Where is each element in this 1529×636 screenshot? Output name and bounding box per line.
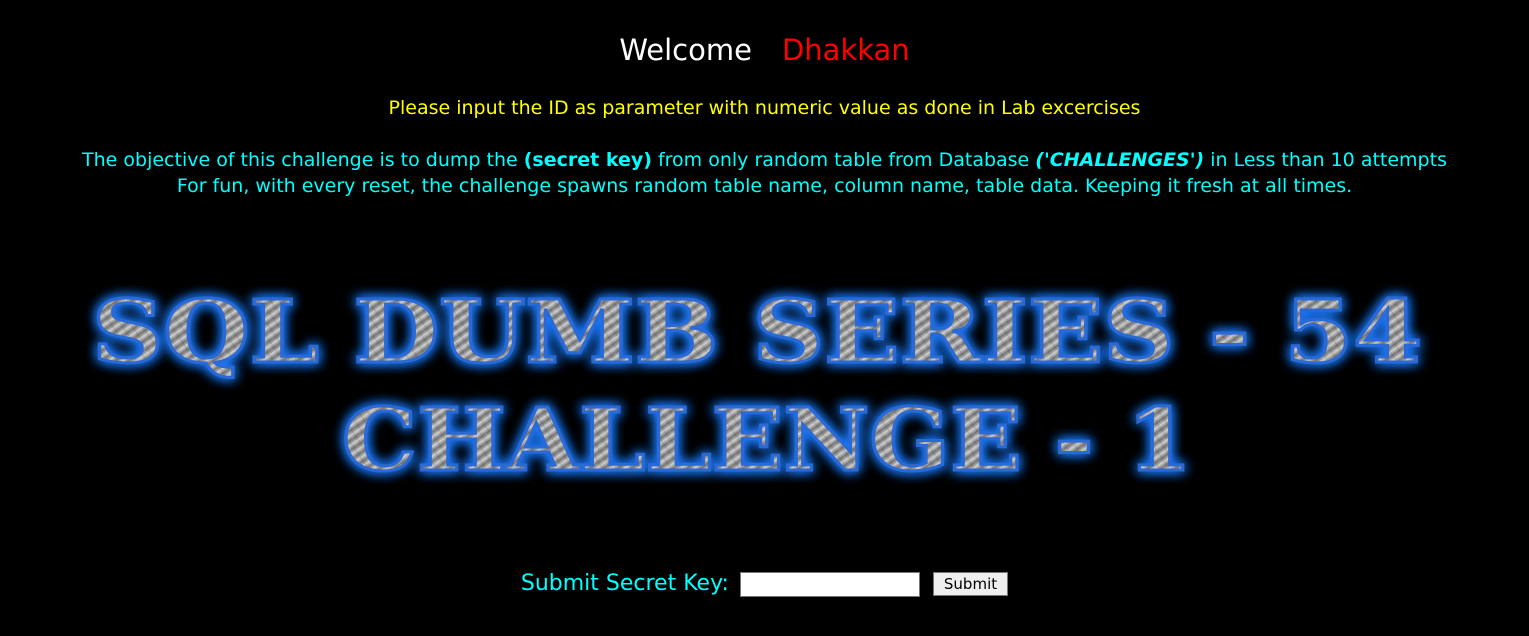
objective-suffix: in Less than 10 attempts [1204,149,1447,171]
secret-key-input[interactable] [739,571,920,597]
instruction-text: Please input the ID as parameter with nu… [388,97,1141,119]
submit-button[interactable]: Submit [932,572,1009,596]
banner-line-1: SQL DUMB SERIES - 54 [92,282,1422,383]
objective-text: The objective of this challenge is to du… [0,147,1529,199]
challenge-banner-image: SQL DUMB SERIES - 54 CHALLENGE - 1 [0,270,1529,500]
secret-key-label: Submit Secret Key: [520,571,729,596]
username: Dhakkan [781,33,910,67]
welcome-heading: Welcome Dhakkan [0,30,1529,70]
banner-line-2: CHALLENGE - 1 [342,390,1192,491]
database-name: ('CHALLENGES') [1035,149,1205,171]
secret-key-form: Submit Secret Key: Submit [0,569,1529,599]
objective-line-1: The objective of this challenge is to du… [0,147,1529,173]
secret-key-term: (secret key) [523,149,652,171]
objective-line-2: For fun, with every reset, the challenge… [176,175,1353,197]
welcome-text: Welcome [619,33,752,67]
objective-prefix: The objective of this challenge is to du… [82,149,524,171]
objective-middle: from only random table from Database [651,149,1036,171]
